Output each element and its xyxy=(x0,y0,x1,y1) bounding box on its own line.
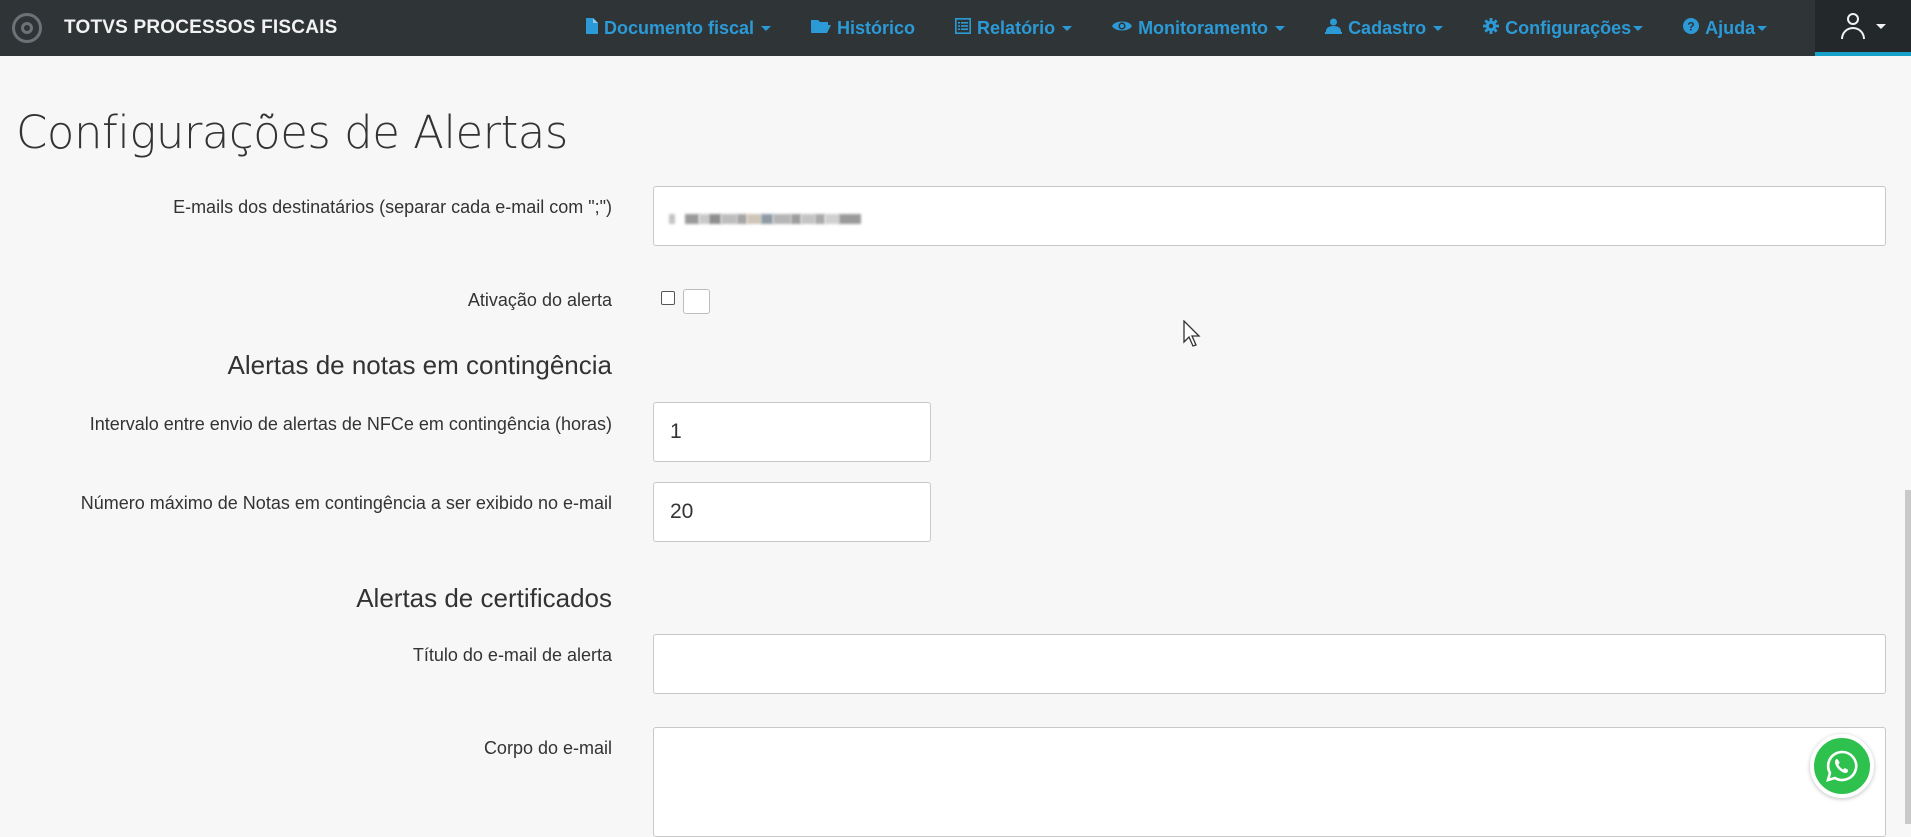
main-menu: Documento fiscal Histórico Relatório Mon… xyxy=(585,0,1768,56)
email-body-textarea[interactable] xyxy=(653,727,1886,837)
page-title: Configurações de Alertas xyxy=(16,106,568,159)
brand-name: TOTVS PROCESSOS FISCAIS xyxy=(64,17,338,38)
chevron-down-icon xyxy=(1876,23,1886,29)
menu-item-historico[interactable]: Histórico xyxy=(811,18,915,39)
menu-item-label: Documento fiscal xyxy=(604,17,755,38)
activation-label: Ativação do alerta xyxy=(467,290,612,310)
top-navbar: TOTVS PROCESSOS FISCAIS Documento fiscal… xyxy=(0,0,1911,56)
gear-icon xyxy=(1483,17,1500,39)
contingency-section-heading: Alertas de notas em contingência xyxy=(227,350,612,380)
certificates-section-heading: Alertas de certificados xyxy=(356,583,612,613)
file-icon xyxy=(585,17,598,39)
menu-item-cadastro[interactable]: Cadastro xyxy=(1325,17,1444,39)
email-title-label: Título do e-mail de alerta xyxy=(412,645,612,665)
eye-icon xyxy=(1112,19,1133,38)
chevron-down-icon xyxy=(1275,25,1286,31)
user-menu-button[interactable] xyxy=(1815,0,1911,56)
menu-item-label: Histórico xyxy=(837,17,916,38)
menu-item-documento-fiscal[interactable]: Documento fiscal xyxy=(585,17,772,39)
email-body-label: Corpo do e-mail xyxy=(483,738,612,758)
emails-value-blurred xyxy=(669,214,904,224)
menu-item-configuracoes[interactable]: Configurações xyxy=(1483,17,1644,39)
menu-item-ajuda[interactable]: ? Ajuda xyxy=(1683,17,1768,39)
brand[interactable]: TOTVS PROCESSOS FISCAIS xyxy=(12,0,337,56)
chevron-down-icon xyxy=(1433,25,1444,31)
folder-open-icon xyxy=(811,18,832,39)
mouse-cursor-icon xyxy=(1183,319,1201,352)
menu-item-label: Configurações xyxy=(1505,17,1632,38)
chevron-down-icon xyxy=(1633,25,1644,31)
menu-item-label: Monitoramento xyxy=(1138,17,1269,38)
emails-label: E-mails dos destinatários (separar cada … xyxy=(173,197,612,217)
menu-item-label: Ajuda xyxy=(1705,17,1756,38)
activation-checkbox[interactable] xyxy=(661,291,675,305)
svg-text:?: ? xyxy=(1687,19,1694,33)
menu-item-monitoramento[interactable]: Monitoramento xyxy=(1112,17,1286,39)
list-alt-icon xyxy=(955,17,972,39)
interval-label: Intervalo entre envio de alertas de NFCe… xyxy=(89,414,612,434)
user-tie-icon xyxy=(1325,18,1343,39)
chevron-down-icon xyxy=(1062,25,1073,31)
page-scrollbar[interactable] xyxy=(1905,490,1911,824)
max-notes-input[interactable]: 20 xyxy=(653,482,931,542)
activation-toggle[interactable] xyxy=(683,289,710,314)
question-circle-icon: ? xyxy=(1683,17,1700,39)
menu-item-label: Cadastro xyxy=(1348,17,1427,38)
totvs-logo-icon xyxy=(12,13,42,43)
chevron-down-icon xyxy=(1757,25,1768,31)
whatsapp-icon[interactable] xyxy=(1810,734,1874,798)
email-title-input[interactable] xyxy=(653,634,1886,694)
interval-input[interactable]: 1 xyxy=(653,402,931,462)
menu-item-relatorio[interactable]: Relatório xyxy=(955,17,1073,39)
max-notes-label: Número máximo de Notas em contingência a… xyxy=(80,493,612,513)
chevron-down-icon xyxy=(761,25,772,31)
menu-item-label: Relatório xyxy=(977,17,1056,38)
user-icon xyxy=(1840,12,1866,40)
